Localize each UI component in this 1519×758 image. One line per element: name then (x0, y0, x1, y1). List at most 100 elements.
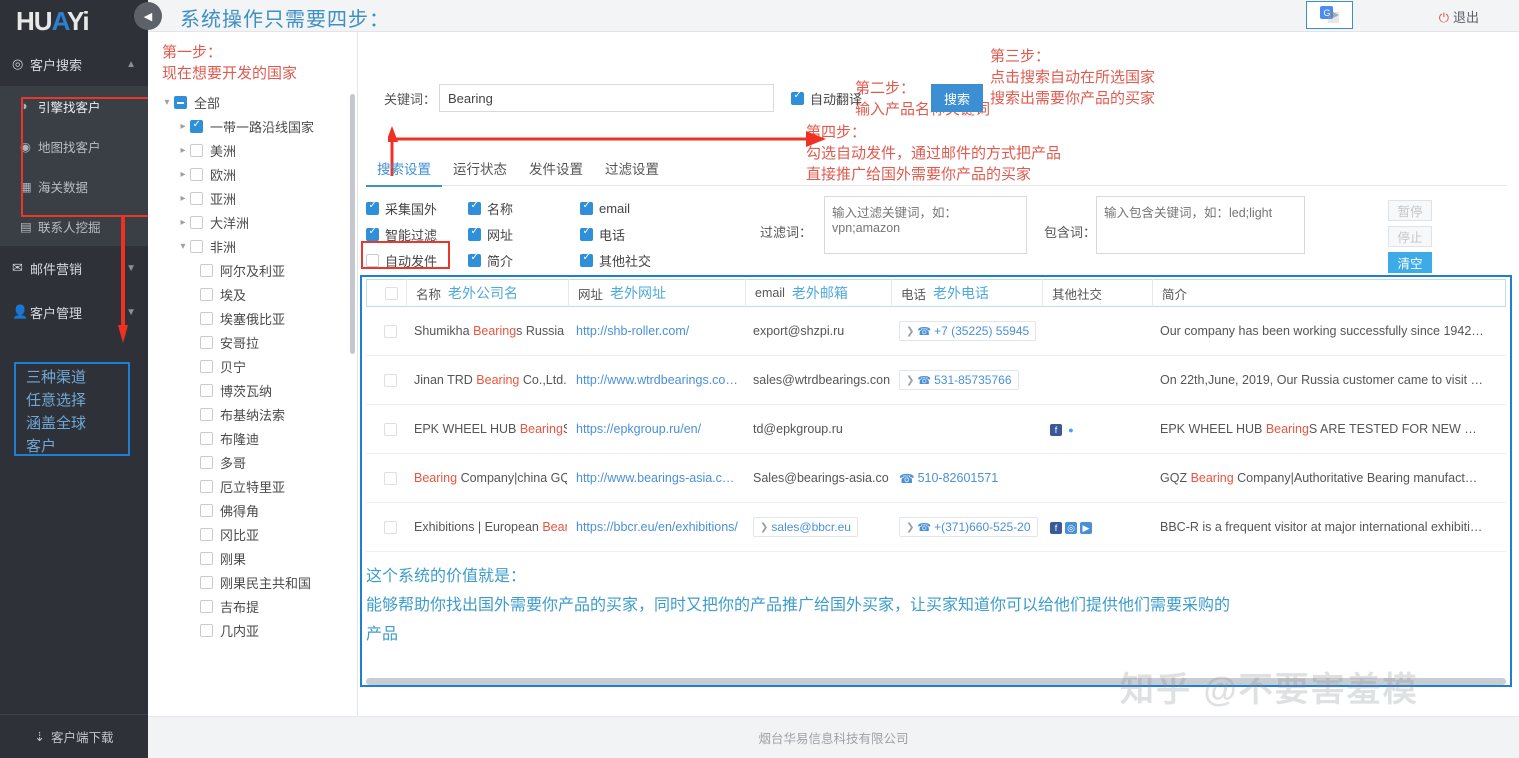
cell-website[interactable]: http://www.bearings-asia.c… (567, 471, 744, 485)
country-tree[interactable]: ▾ 全部 ▸ 一带一路沿线国家 ▸ 美洲 ▸ 欧洲 ▸ 亚洲 ▸ 大洋洲 (156, 90, 347, 710)
option-phone[interactable]: 电话 (580, 221, 670, 247)
sidebar-group-email-marketing[interactable]: ✉ 邮件营销 ▼ (0, 246, 148, 290)
checkbox-box[interactable] (383, 471, 397, 485)
tree-checkbox[interactable] (200, 311, 213, 325)
google-translate-button[interactable]: G (1306, 1, 1353, 29)
tree-node-europe[interactable]: ▸ 欧洲 (156, 162, 347, 186)
cell-social[interactable]: f ◎ ▶ (1041, 520, 1151, 534)
table-row[interactable]: Exhibitions | European Beari… https://bb… (366, 503, 1506, 552)
option-name[interactable]: 名称 (468, 195, 538, 221)
tree-checkbox[interactable] (200, 335, 213, 349)
tree-leaf[interactable]: 阿尔及利亚 (156, 258, 347, 282)
row-checkbox[interactable] (366, 373, 405, 387)
tree-node-americas[interactable]: ▸ 美洲 (156, 138, 347, 162)
checkbox-box[interactable] (366, 253, 379, 267)
checkbox-box[interactable] (468, 200, 481, 215)
cell-website[interactable]: http://shb-roller.com/ (567, 324, 744, 338)
tree-checkbox[interactable] (174, 95, 187, 109)
tree-leaf[interactable]: 刚果 (156, 546, 347, 570)
tree-leaf[interactable]: 几内亚 (156, 618, 347, 642)
tree-checkbox[interactable] (200, 479, 213, 493)
option-intro[interactable]: 简介 (468, 247, 538, 273)
tree-checkbox[interactable] (190, 119, 203, 133)
tree-node-africa[interactable]: ▾ 非洲 (156, 234, 347, 258)
tree-checkbox[interactable] (200, 623, 213, 637)
tree-checkbox[interactable] (200, 407, 213, 421)
sidebar-item-customs-data[interactable]: ▦ 海关数据 (0, 166, 148, 206)
checkbox-box[interactable] (580, 200, 593, 215)
cell-phone[interactable]: ❯ ☎ +7 (35225) 55945 (890, 321, 1041, 341)
checkbox-box[interactable] (791, 90, 804, 105)
checkbox-box[interactable] (468, 226, 481, 241)
cell-phone[interactable]: ❯ ☎ +(371)660-525-20 (890, 517, 1041, 537)
chevron-right-icon[interactable]: ▸ (176, 121, 190, 132)
checkbox-box[interactable] (384, 286, 398, 300)
tree-leaf[interactable]: 埃及 (156, 282, 347, 306)
tree-checkbox[interactable] (190, 215, 203, 229)
tree-scrollbar[interactable] (350, 94, 355, 354)
table-row[interactable]: Shumikha Bearings Russia http://shb-roll… (366, 307, 1506, 356)
row-checkbox[interactable] (366, 520, 405, 534)
chevron-right-icon[interactable]: ▸ (176, 217, 190, 228)
tree-checkbox[interactable] (190, 191, 203, 205)
checkbox-box[interactable] (383, 373, 397, 387)
tree-checkbox[interactable] (200, 383, 213, 397)
tree-leaf[interactable]: 刚果民主共和国 (156, 570, 347, 594)
cell-social[interactable]: f ● (1041, 422, 1151, 436)
checkbox-box[interactable] (580, 252, 593, 267)
table-row[interactable]: EPK WHEEL HUB BearingS … https://epkgrou… (366, 405, 1506, 454)
tree-leaf[interactable]: 布隆迪 (156, 426, 347, 450)
tree-node-oceania[interactable]: ▸ 大洋洲 (156, 210, 347, 234)
table-row[interactable]: Bearing Company|china GQ… http://www.bea… (366, 454, 1506, 503)
tree-checkbox[interactable] (200, 359, 213, 373)
option-smart-filter[interactable]: 智能过滤 (366, 221, 444, 247)
checkbox-box[interactable] (580, 226, 593, 241)
tree-leaf[interactable]: 吉布提 (156, 594, 347, 618)
chevron-right-icon[interactable]: ▸ (176, 193, 190, 204)
twitter-icon[interactable]: ● (1065, 424, 1077, 436)
logout-button[interactable]: ⏻ 退出 (1439, 7, 1479, 26)
sidebar-item-engine-search[interactable]: ◑ 引擎找客户 (0, 86, 148, 126)
facebook-icon[interactable]: f (1050, 522, 1062, 534)
cell-website[interactable]: http://www.wtrdbearings.co… (567, 373, 744, 387)
option-website[interactable]: 网址 (468, 221, 538, 247)
tree-leaf[interactable]: 厄立特里亚 (156, 474, 347, 498)
tree-checkbox[interactable] (200, 527, 213, 541)
search-button[interactable]: 搜索 (931, 84, 983, 112)
checkbox-box[interactable] (468, 252, 481, 267)
table-row[interactable]: Jinan TRD Bearing Co.,Ltd. http://www.wt… (366, 356, 1506, 405)
sidebar-collapse-button[interactable]: ◀ (134, 2, 162, 30)
checkbox-box[interactable] (366, 200, 379, 215)
option-email[interactable]: email (580, 195, 670, 221)
tab-filter-settings[interactable]: 过滤设置 (594, 154, 670, 185)
chevron-down-icon[interactable]: ▾ (160, 97, 174, 108)
client-download-button[interactable]: ⇣ 客户端下载 (0, 714, 148, 758)
include-word-input[interactable] (1096, 196, 1305, 254)
tree-leaf[interactable]: 埃塞俄比亚 (156, 306, 347, 330)
checkbox-box[interactable] (383, 422, 397, 436)
tree-checkbox[interactable] (200, 503, 213, 517)
tree-checkbox[interactable] (200, 431, 213, 445)
checkbox-box[interactable] (383, 520, 397, 534)
tree-leaf[interactable]: 安哥拉 (156, 330, 347, 354)
cell-phone[interactable]: ☎ 510-82601571 (890, 471, 1041, 486)
row-checkbox[interactable] (366, 471, 405, 485)
chevron-right-icon[interactable]: ▸ (176, 145, 190, 156)
youtube-icon[interactable]: ▶ (1080, 522, 1092, 534)
tree-node-asia[interactable]: ▸ 亚洲 (156, 186, 347, 210)
tree-checkbox[interactable] (190, 143, 203, 157)
tree-node-all[interactable]: ▾ 全部 (156, 90, 347, 114)
option-other-social[interactable]: 其他社交 (580, 247, 670, 273)
tree-checkbox[interactable] (200, 263, 213, 277)
tab-send-settings[interactable]: 发件设置 (518, 154, 594, 185)
tree-checkbox[interactable] (190, 239, 203, 253)
option-collect-overseas[interactable]: 采集国外 (366, 195, 444, 221)
cell-email[interactable]: ❯ sales@bbcr.eu (744, 517, 890, 537)
facebook-icon[interactable]: f (1050, 424, 1062, 436)
row-checkbox[interactable] (366, 324, 405, 338)
checkbox-box[interactable] (383, 324, 397, 338)
pause-button[interactable]: 暂停 (1388, 200, 1432, 221)
sidebar-item-map-search[interactable]: ◉ 地图找客户 (0, 126, 148, 166)
tab-search-settings[interactable]: 搜索设置 (366, 154, 442, 187)
sidebar-group-customer-management[interactable]: 👤 客户管理 ▼ (0, 290, 148, 334)
